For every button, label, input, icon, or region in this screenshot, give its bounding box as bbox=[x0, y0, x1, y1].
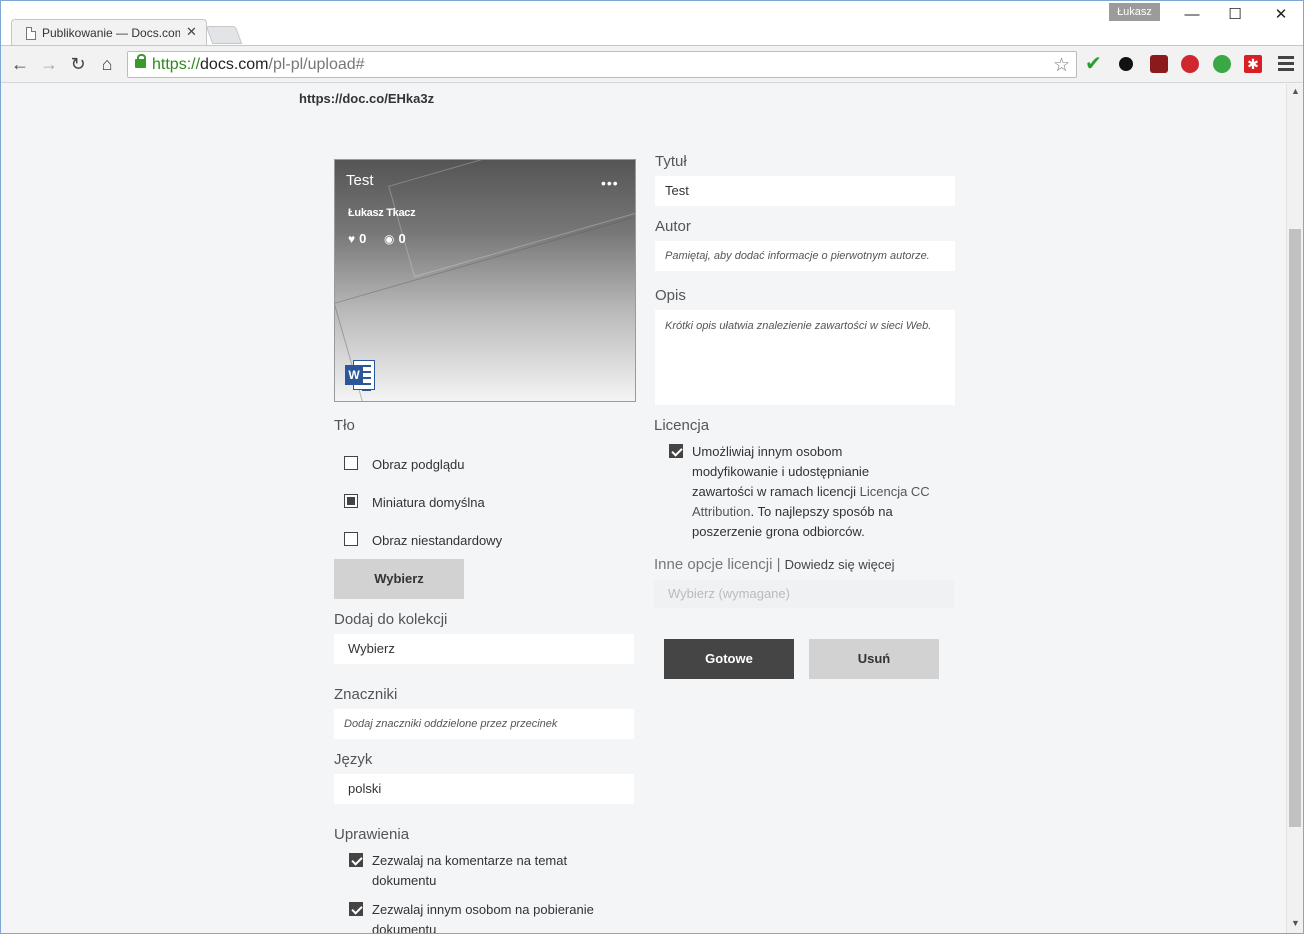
close-tab-icon[interactable]: ✕ bbox=[186, 24, 197, 40]
description-textarea[interactable]: Krótki opis ułatwia znalezienie zawartoś… bbox=[655, 310, 955, 405]
license-label: Licencja bbox=[654, 417, 710, 434]
description-label: Opis bbox=[655, 287, 686, 304]
language-label: Język bbox=[334, 751, 373, 768]
browser-window: Publikowanie — Docs.com ✕ Łukasz — ☐ ✕ ←… bbox=[0, 0, 1304, 934]
choose-image-button[interactable]: Wybierz bbox=[334, 559, 464, 599]
views-count: 0 bbox=[398, 231, 406, 246]
radio-default-thumbnail[interactable] bbox=[344, 494, 358, 508]
heart-icon: ♥ bbox=[348, 232, 356, 246]
option-default-thumbnail: Miniatura domyślna bbox=[372, 495, 485, 510]
allow-comments-checkbox[interactable] bbox=[349, 853, 363, 867]
author-label: Autor bbox=[655, 218, 691, 235]
delete-button[interactable]: Usuń bbox=[809, 639, 939, 679]
checkmark-extension-icon[interactable]: ✔ bbox=[1085, 54, 1103, 74]
red-extension-icon[interactable] bbox=[1181, 55, 1199, 73]
cc-license-checkbox[interactable] bbox=[669, 444, 683, 458]
document-icon bbox=[26, 27, 36, 40]
leaf-extension-icon[interactable] bbox=[1213, 55, 1231, 73]
thumbnail-author: Łukasz Tkacz bbox=[348, 207, 416, 219]
forward-arrow-icon[interactable]: → bbox=[38, 53, 60, 75]
likes-count: 0 bbox=[359, 231, 367, 246]
tab-strip: Publikowanie — Docs.com ✕ Łukasz — ☐ ✕ bbox=[1, 1, 1303, 46]
allow-comments-label: Zezwalaj na komentarze na temat dokument… bbox=[372, 853, 568, 888]
page-content: https://doc.co/EHka3z Test Łukasz Tkacz … bbox=[1, 84, 1286, 933]
collection-select[interactable]: Wybierz bbox=[334, 634, 634, 664]
scroll-up-icon[interactable]: ▲ bbox=[1291, 86, 1300, 96]
browser-toolbar: ← → ↻ ⌂ https://docs.com/pl-pl/upload# ☆… bbox=[1, 45, 1303, 83]
short-link[interactable]: https://doc.co/EHka3z bbox=[299, 91, 434, 106]
cc-license-text: Umożliwiaj innym osobom modyfikowanie i … bbox=[692, 444, 930, 539]
allow-download-label: Zezwalaj innym osobom na pobieranie doku… bbox=[372, 902, 594, 933]
license-select[interactable]: Wybierz (wymagane) bbox=[654, 580, 954, 608]
learn-more-link[interactable]: Dowiedz się więcej bbox=[785, 557, 895, 572]
profile-button[interactable]: Łukasz bbox=[1109, 3, 1160, 21]
option-preview-image: Obraz podglądu bbox=[372, 457, 465, 472]
language-select[interactable]: polski bbox=[334, 774, 634, 804]
author-input[interactable]: Pamiętaj, aby dodać informacje o pierwot… bbox=[655, 241, 955, 271]
radio-preview-image[interactable] bbox=[344, 456, 358, 470]
shield-extension-icon[interactable] bbox=[1150, 55, 1168, 73]
url-text: https://docs.com/pl-pl/upload# bbox=[152, 56, 365, 73]
scroll-down-icon[interactable]: ▼ bbox=[1291, 918, 1300, 928]
lock-icon bbox=[135, 54, 146, 68]
scroll-thumb[interactable] bbox=[1289, 229, 1301, 827]
background-label: Tło bbox=[334, 417, 355, 434]
tab-title: Publikowanie — Docs.com bbox=[42, 26, 180, 40]
close-window-icon[interactable]: ✕ bbox=[1258, 5, 1303, 29]
bookmark-star-icon[interactable]: ☆ bbox=[1053, 54, 1070, 77]
thumbnail-title: Test bbox=[346, 172, 374, 189]
circle-extension-icon[interactable] bbox=[1119, 57, 1133, 71]
cc-license-link[interactable]: Licencja CC bbox=[860, 484, 930, 499]
new-tab-button[interactable] bbox=[205, 26, 243, 44]
eye-icon: ◉ bbox=[383, 232, 395, 246]
collection-label: Dodaj do kolekcji bbox=[334, 611, 448, 628]
allow-download-checkbox[interactable] bbox=[349, 902, 363, 916]
radio-custom-image[interactable] bbox=[344, 532, 358, 546]
home-icon[interactable]: ⌂ bbox=[96, 53, 118, 75]
address-bar[interactable]: https://docs.com/pl-pl/upload# ☆ bbox=[127, 51, 1077, 78]
cc-attribution-link[interactable]: Attribution bbox=[692, 504, 751, 519]
thumbnail-stats: ♥ 0 ◉ 0 bbox=[348, 231, 406, 246]
asterisk-extension-icon[interactable]: ✱ bbox=[1244, 55, 1262, 73]
more-options-icon[interactable]: ••• bbox=[601, 175, 619, 191]
back-arrow-icon[interactable]: ← bbox=[9, 53, 31, 75]
tags-label: Znaczniki bbox=[334, 686, 398, 703]
reload-icon[interactable]: ↻ bbox=[67, 53, 89, 75]
other-license-options: Inne opcje licencji | Dowiedz się więcej bbox=[654, 556, 895, 573]
browser-menu-icon[interactable] bbox=[1278, 56, 1294, 74]
document-thumbnail: Test Łukasz Tkacz ♥ 0 ◉ 0 ••• W bbox=[334, 159, 636, 402]
tags-input[interactable]: Dodaj znaczniki oddzielone przez przecin… bbox=[334, 709, 634, 739]
minimize-icon[interactable]: — bbox=[1169, 5, 1215, 29]
done-button[interactable]: Gotowe bbox=[664, 639, 794, 679]
word-icon: W bbox=[345, 360, 375, 391]
tab-publikowanie[interactable]: Publikowanie — Docs.com ✕ bbox=[11, 19, 207, 46]
vertical-scrollbar[interactable]: ▲ ▼ bbox=[1286, 84, 1303, 933]
title-label: Tytuł bbox=[655, 153, 687, 170]
permissions-label: Uprawienia bbox=[334, 826, 410, 843]
option-custom-image: Obraz niestandardowy bbox=[372, 533, 503, 548]
title-input[interactable]: Test bbox=[655, 176, 955, 206]
maximize-icon[interactable]: ☐ bbox=[1212, 5, 1258, 29]
